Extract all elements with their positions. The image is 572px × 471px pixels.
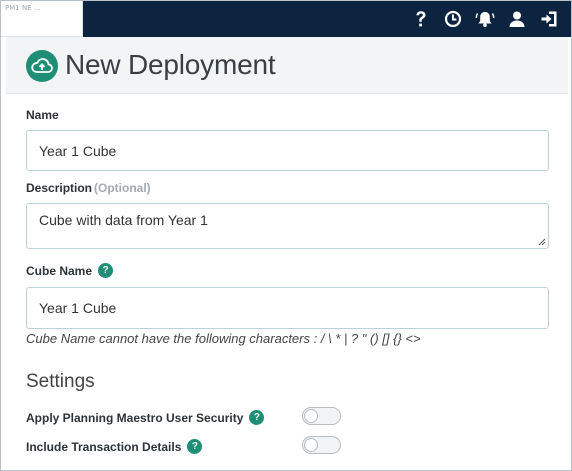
resize-handle-icon[interactable] (538, 238, 546, 246)
logout-icon[interactable] (539, 9, 559, 29)
page-title: New Deployment (65, 49, 276, 80)
optional-tag: (Optional) (94, 181, 151, 195)
settings-heading: Settings (26, 371, 95, 392)
cube-name-label: Cube Name ? (26, 263, 114, 278)
name-label-text: Name (26, 108, 59, 122)
include-transactions-label: Include Transaction Details ? (26, 439, 203, 454)
cube-name-label-text: Cube Name (26, 263, 93, 278)
apply-security-label: Apply Planning Maestro User Security ? (26, 410, 265, 425)
include-transactions-help-icon[interactable]: ? (187, 439, 203, 454)
logo-text: PM1 NE ... (5, 4, 41, 12)
include-transactions-toggle[interactable] (302, 436, 341, 454)
apply-security-help-icon[interactable]: ? (249, 410, 265, 425)
cube-name-hint: Cube Name cannot have the following char… (26, 331, 421, 346)
cube-name-input[interactable]: Year 1 Cube (26, 287, 549, 329)
cube-name-help-icon[interactable]: ? (98, 263, 114, 278)
cube-name-value: Year 1 Cube (39, 300, 117, 316)
history-icon[interactable] (443, 9, 463, 29)
apply-security-label-text: Apply Planning Maestro User Security (26, 410, 244, 425)
deployment-window: PM1 NE ... New Deployment Name Year 1 Cu… (0, 0, 572, 471)
description-textarea[interactable]: Cube with data from Year 1 (26, 203, 549, 249)
description-label-text: Description (26, 181, 93, 195)
description-value: Cube with data from Year 1 (39, 212, 208, 228)
toggle-knob (304, 409, 318, 423)
user-icon[interactable] (507, 9, 527, 29)
page-header: New Deployment (6, 37, 568, 94)
top-navigation-bar: PM1 NE ... (1, 1, 571, 37)
topbar-icons (411, 9, 559, 29)
name-label: Name (26, 108, 59, 122)
description-label: Description (Optional) (26, 181, 151, 195)
toggle-knob (304, 438, 318, 452)
include-transactions-label-text: Include Transaction Details (26, 439, 182, 454)
name-input-value: Year 1 Cube (39, 142, 117, 159)
name-input[interactable]: Year 1 Cube (26, 130, 549, 171)
apply-security-toggle[interactable] (302, 407, 341, 425)
help-icon[interactable] (411, 9, 431, 29)
cloud-upload-icon (26, 50, 58, 82)
app-logo[interactable]: PM1 NE ... (1, 1, 83, 37)
notifications-icon[interactable] (475, 9, 495, 29)
